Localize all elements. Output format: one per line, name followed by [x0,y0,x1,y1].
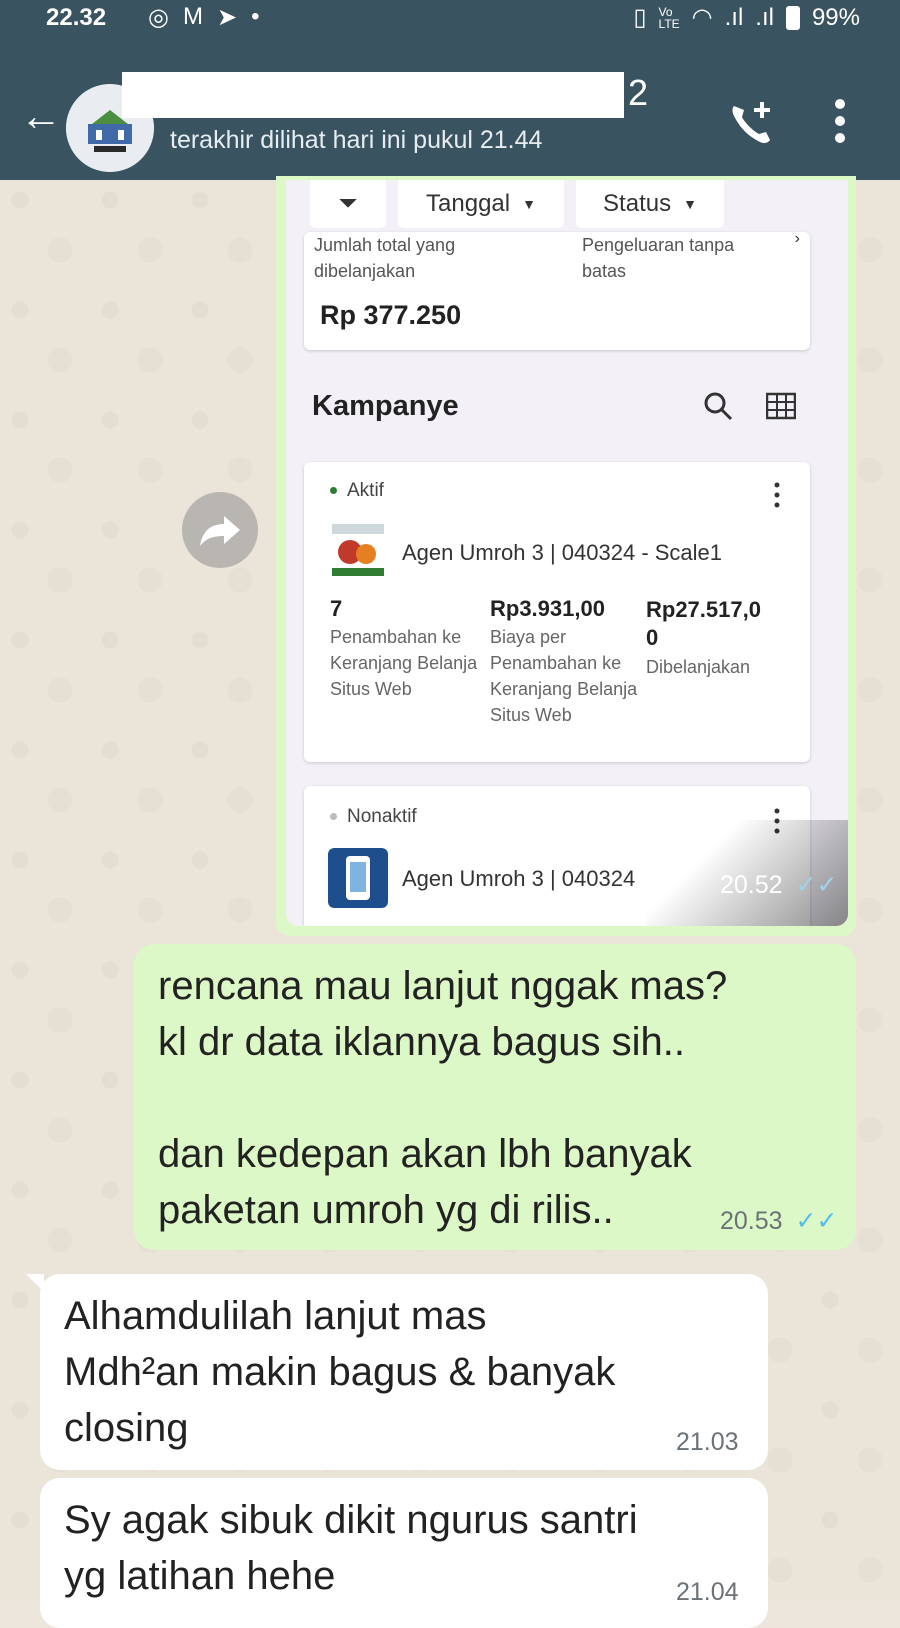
redacted-contact-name [122,72,624,118]
bubble-tail [26,1274,44,1292]
signal-icon: .ıl [724,3,744,31]
forward-button[interactable] [182,492,258,568]
metric-label: Biaya per Penambahan ke Keranjang Belanj… [490,627,638,725]
telegram-icon: ➤ [216,4,238,31]
campaign-status: Nonaktif [347,806,417,827]
table-view-icon[interactable] [766,392,796,420]
metric-label: Penambahan ke Keranjang Belanja Situs We… [330,627,478,699]
campaign-status: Aktif [347,480,384,501]
status-filter-chip[interactable]: Status ▼ [576,180,724,228]
shared-screenshot[interactable]: ⏷ Tanggal ▼ Status ▼ Jumlah total yang d… [286,180,848,926]
forward-icon [200,516,240,546]
campaigns-title: Kampanye [312,390,459,422]
message-time: 21.03 [676,1428,739,1456]
message-text: Sy agak sibuk dikit ngurus santri yg lat… [64,1498,638,1598]
search-icon[interactable] [702,390,734,422]
metric-value: Rp27.517,0 0 [646,597,761,650]
chevron-right-icon[interactable]: › [795,230,800,248]
filter-chip[interactable]: ⏷ [310,180,386,228]
status-dot-active [330,487,337,495]
status-bar: 22.32 ◎ M ➤ • ▯ Vo LTE ◠ .ıl .ıl 99% [0,0,900,40]
vibrate-icon: ▯ [633,4,647,31]
message-time: 21.04 [676,1578,739,1606]
signal-icon: .ıl [755,3,774,31]
spend-limit-label: Pengeluaran tanpa batas [582,235,735,281]
metric-label: Dibelanjakan [646,657,751,677]
read-ticks-icon: ✓✓ [795,1207,838,1235]
incoming-message-bubble[interactable]: Alhamdulilah lanjut mas Mdh²an makin bag… [40,1274,768,1470]
total-spent-value: Rp 377.250 [320,300,462,330]
message-text: Alhamdulilah lanjut mas Mdh²an makin bag… [64,1294,616,1450]
more-vert-icon[interactable] [774,482,780,508]
campaign-thumbnail [328,848,388,908]
spend-summary-card: Jumlah total yang dibelanjakan Pengeluar… [304,230,810,350]
last-seen-status: terakhir dilihat hari ini pukul 21.44 [170,126,543,154]
back-arrow-icon[interactable]: ← [20,95,62,137]
read-ticks-icon: ✓✓ [795,871,838,899]
volte-icon: Vo LTE [658,4,680,31]
instagram-icon: ◎ [148,4,169,31]
battery-level: 99% [811,3,860,31]
clock: 22.32 [46,4,107,31]
dropdown-caret-icon: ▼ [683,196,697,212]
dot-icon: • [251,3,260,30]
filter-icon: ⏷ [338,190,358,217]
message-time: 20.53 [720,1207,783,1235]
message-text: rencana mau lanjut nggak mas? kl dr data… [158,964,728,1232]
campaign-card-active[interactable]: Aktif Agen Umroh 3 | 040324 - Scale1 7 P… [304,462,810,762]
campaign-thumbnail [328,520,388,580]
campaign-name: Agen Umroh 3 | 040324 [402,866,636,891]
campaign-name: Agen Umroh 3 | 040324 - Scale1 [402,540,723,565]
outgoing-message-bubble[interactable]: rencana mau lanjut nggak mas? kl dr data… [134,944,856,1250]
battery-icon [785,5,800,30]
date-filter-chip[interactable]: Tanggal ▼ [398,180,564,228]
total-spent-label: Jumlah total yang dibelanjakan [314,235,456,281]
add-call-icon[interactable] [726,98,776,148]
incoming-message-bubble[interactable]: Sy agak sibuk dikit ngurus santri yg lat… [40,1478,768,1628]
wifi-icon: ◠ [691,4,713,31]
contact-name[interactable]: 2 [628,72,648,114]
gmail-icon: M [182,3,203,30]
metric-value: 7 [330,596,343,621]
dropdown-caret-icon: ▼ [522,196,536,212]
status-dot-inactive [330,813,337,821]
metric-value: Rp3.931,00 [490,596,605,621]
image-message-time: 20.52 ✓✓ [720,871,838,899]
chat-header: ← 2 terakhir dilihat hari ini pukul 21.4… [0,40,900,180]
more-vert-icon[interactable] [832,96,848,146]
